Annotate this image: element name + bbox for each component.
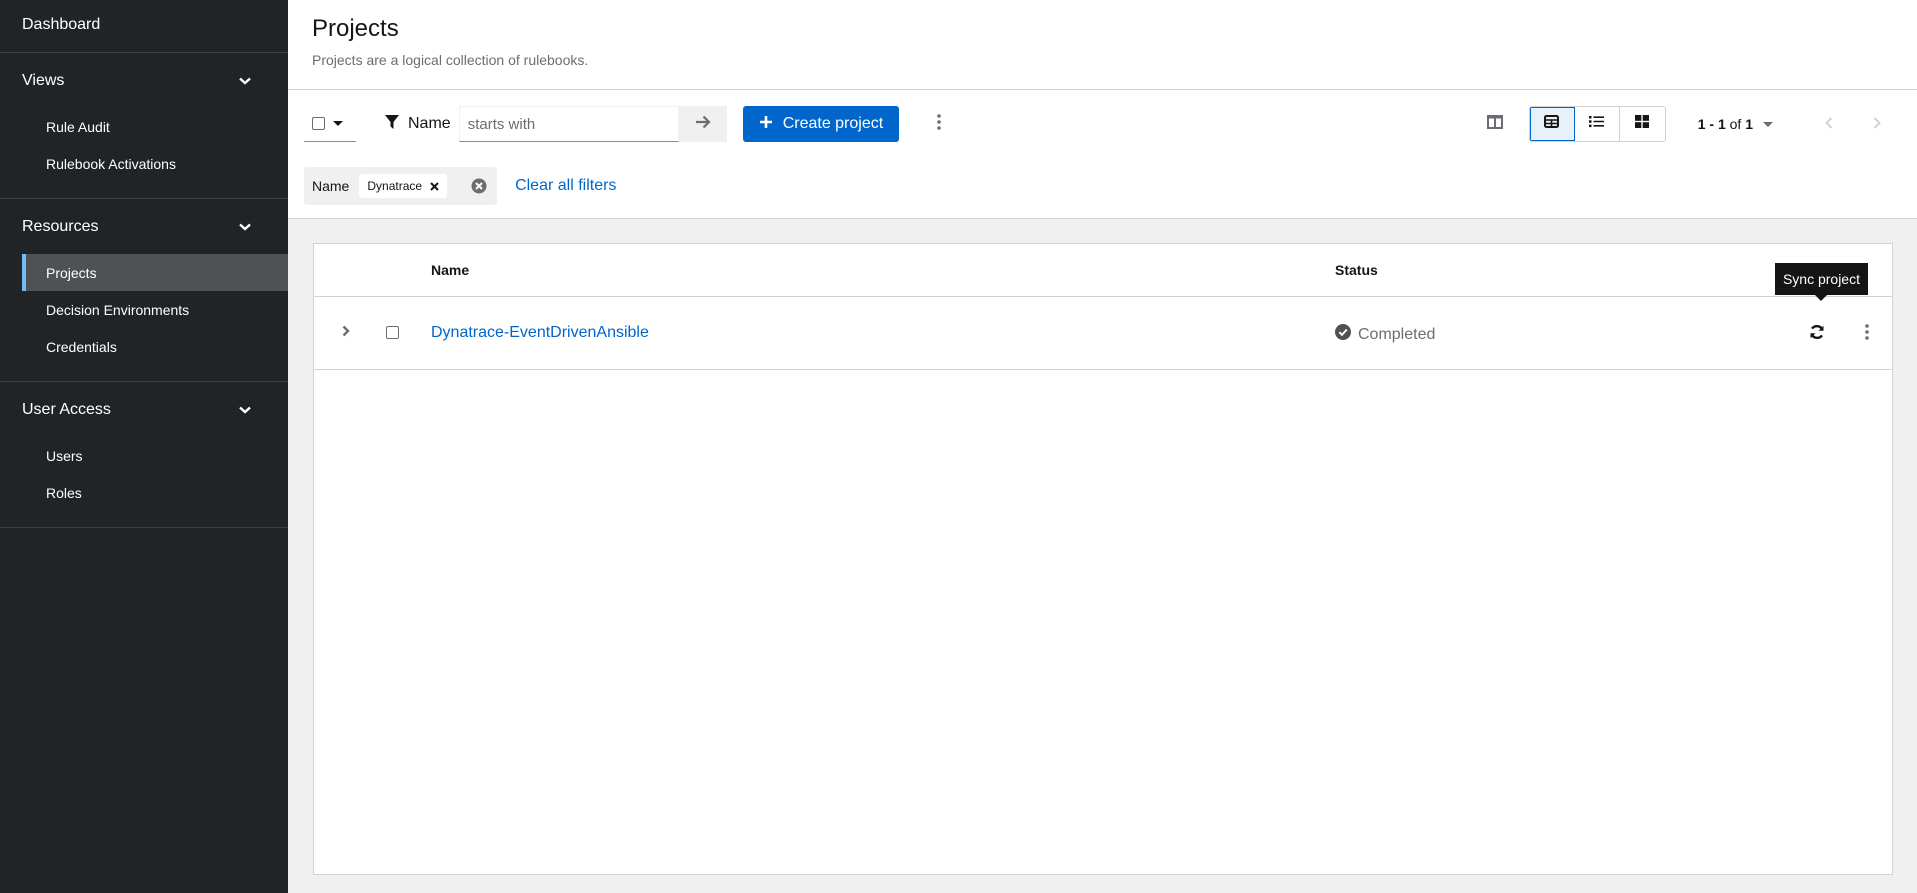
list-icon [1589,115,1605,133]
status-label: Completed [1358,325,1436,343]
filter-icon [384,114,400,135]
chevron-left-icon [1825,116,1833,132]
caret-down-icon [333,121,343,126]
sidebar: Dashboard Views Rule Audit Rulebook Acti… [0,0,288,893]
kebab-icon [937,113,941,135]
sync-project-tooltip: Sync project [1774,263,1868,301]
sidebar-section-label: Views [22,71,65,89]
table-header: Name Status [314,244,1892,297]
filter-input[interactable] [458,106,679,142]
sidebar-item-label: Projects [46,264,97,281]
sidebar-item-roles[interactable]: Roles [22,474,288,511]
create-project-label: Create project [782,115,884,132]
pagination: 1 - 1 of 1 [1698,106,1901,142]
filter-attribute-label: Name [408,115,451,132]
filter-attribute-select[interactable]: Name [384,114,451,135]
sidebar-item-dashboard[interactable]: Dashboard [0,0,288,53]
sidebar-item-label: Credentials [46,338,117,355]
view-mode-toggle [1528,106,1666,142]
per-page-dropdown[interactable]: 1 - 1 of 1 [1698,116,1773,132]
chevron-down-icon [238,403,252,417]
chevron-right-icon [342,324,350,342]
sidebar-section-views: Views Rule Audit Rulebook Activations [0,53,288,199]
chevron-right-icon [1873,116,1881,132]
sidebar-section-toggle-views[interactable]: Views [0,53,288,108]
plus-icon [759,115,773,134]
manage-columns-button[interactable] [1477,106,1513,142]
clear-all-filters-link[interactable]: Clear all filters [515,177,616,195]
sync-project-button[interactable] [1804,321,1830,347]
sidebar-section-label: Resources [22,217,99,235]
sidebar-section-resources: Resources Projects Decision Environments… [0,199,288,382]
select-all-checkbox[interactable] [312,117,325,130]
sidebar-item-label: Decision Environments [46,301,190,318]
sidebar-section-label: User Access [22,400,111,418]
card-view-button[interactable] [1619,107,1665,141]
toolbar-actions-kebab[interactable] [921,106,957,142]
close-circle-icon [471,178,487,194]
arrow-right-icon [695,115,711,134]
projects-table: Name Status Dynatrace-EventDrivenAnsible… [313,243,1893,875]
row-actions-kebab[interactable] [1854,321,1880,347]
sidebar-item-users[interactable]: Users [22,437,288,474]
table-icon [1544,115,1560,133]
sidebar-item-label: Users [46,447,83,464]
sidebar-item-rulebook-activations[interactable]: Rulebook Activations [22,145,288,182]
page-description: Projects are a logical collection of rul… [312,52,589,68]
sidebar-item-label: Dashboard [22,16,101,33]
main-content: Projects Projects are a logical collecti… [288,0,1917,893]
caret-down-icon [1763,121,1773,127]
next-page-button[interactable] [1853,106,1901,142]
toolbar: Name Create project [288,90,1917,219]
kebab-icon [1865,323,1869,345]
columns-icon [1486,114,1503,134]
chevron-down-icon [238,74,252,88]
sidebar-section-user-access: User Access Users Roles [0,382,288,528]
chip-group-category: Name [312,178,350,194]
list-view-button[interactable] [1574,107,1620,141]
filter-chip: Dynatrace [359,174,448,198]
filter-chip-group: Name Dynatrace [304,167,498,205]
row-checkbox[interactable] [386,326,399,339]
sidebar-item-rule-audit[interactable]: Rule Audit [22,108,288,145]
sidebar-item-label: Rulebook Activations [46,155,176,172]
expand-row-button[interactable] [336,322,356,344]
sidebar-item-projects[interactable]: Projects [22,254,288,291]
sidebar-section-toggle-user-access[interactable]: User Access [0,382,288,437]
sidebar-section-toggle-resources[interactable]: Resources [0,199,288,254]
chevron-down-icon [238,220,252,234]
apply-filter-button[interactable] [678,106,727,142]
table-row: Dynatrace-EventDrivenAnsible Completed S… [314,263,1892,370]
project-name-link[interactable]: Dynatrace-EventDrivenAnsible [431,324,649,342]
grid-icon [1635,115,1650,133]
pagination-range: 1 - 1 of 1 [1697,116,1753,132]
column-header-status[interactable]: Status [1335,262,1378,278]
chip-label: Dynatrace [367,179,423,193]
sync-icon [1809,324,1825,345]
remove-chip-group-button[interactable] [469,176,489,196]
sidebar-item-decision-environments[interactable]: Decision Environments [22,291,288,328]
page-title: Projects [312,15,399,42]
sidebar-item-label: Roles [46,484,82,501]
bulk-select-dropdown[interactable] [304,106,356,142]
previous-page-button[interactable] [1805,106,1853,142]
check-circle-icon [1335,324,1351,345]
remove-chip-button[interactable] [430,178,439,194]
column-header-name[interactable]: Name [431,262,469,278]
page-header: Projects Projects are a logical collecti… [288,0,1917,90]
status-badge: Completed [1335,324,1435,345]
sidebar-item-credentials[interactable]: Credentials [22,328,288,365]
sidebar-item-label: Rule Audit [46,118,110,135]
close-icon [430,182,439,191]
table-view-button[interactable] [1529,107,1575,141]
create-project-button[interactable]: Create project [742,106,900,142]
